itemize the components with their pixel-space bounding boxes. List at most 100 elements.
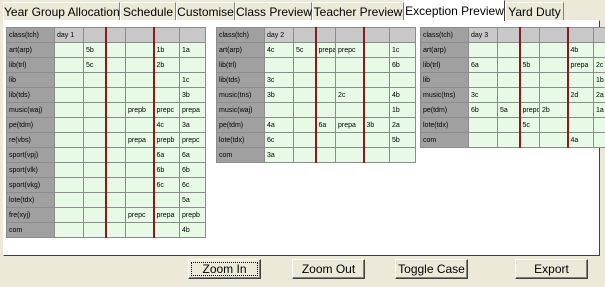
lesson-cell: prepa — [315, 42, 336, 58]
tab-year-group-allocation[interactable]: Year Group Allocation — [3, 2, 120, 20]
lesson-cell — [264, 102, 294, 118]
lesson-cell — [83, 222, 107, 238]
lesson-cell — [54, 177, 84, 193]
zoom-in-button[interactable]: Zoom In — [188, 259, 261, 279]
header-cell — [497, 27, 521, 43]
grid-row: sport(vpj) 6a 6a — [6, 147, 206, 163]
class-teacher-cell: art(arp) — [6, 42, 55, 58]
lesson-cell — [125, 177, 155, 193]
lesson-cell — [54, 117, 84, 133]
lesson-cell: prepa — [567, 57, 594, 73]
lesson-cell — [54, 147, 84, 163]
toggle-case-label: Toggle Case — [398, 262, 465, 276]
lesson-cell — [519, 42, 540, 58]
grid-row: lib(tds) 3b — [6, 87, 206, 103]
lesson-cell — [539, 42, 569, 58]
lesson-cell — [567, 72, 594, 88]
tab-yard-duty[interactable]: Yard Duty — [505, 2, 564, 20]
tab-customise[interactable]: Customise — [176, 2, 235, 20]
grid-row: art(arp) 4c 5c prepa prepc 1c — [216, 42, 416, 58]
grid-row: sport(vkg) 6c 6c — [6, 177, 206, 193]
export-label: Export — [534, 262, 569, 276]
lesson-cell: prepb — [153, 132, 180, 148]
class-teacher-cell: pe(tdm) — [6, 117, 55, 133]
header-cell — [593, 27, 605, 43]
header-cell: day 3 — [468, 27, 498, 43]
lesson-cell — [293, 87, 317, 103]
class-teacher-cell: lote(tdx) — [216, 132, 265, 148]
lesson-cell: 3b — [264, 87, 294, 103]
tab-teacher-preview[interactable]: Teacher Preview — [312, 2, 404, 20]
lesson-cell: prepb — [179, 207, 206, 223]
export-button[interactable]: Export — [515, 259, 588, 279]
lesson-cell: 4c — [153, 117, 180, 133]
lesson-cell: 5c — [293, 42, 317, 58]
grid-row: lib 1c — [6, 72, 206, 88]
grid-row: com 3a — [216, 147, 416, 163]
lesson-cell — [519, 132, 540, 148]
tab-exception-preview[interactable]: Exception Preview — [404, 0, 505, 21]
class-teacher-cell: art(arp) — [420, 42, 469, 58]
lesson-cell — [105, 147, 126, 163]
class-teacher-cell: sport(vkg) — [6, 177, 55, 193]
class-teacher-cell: class(tch) — [420, 27, 469, 43]
header-cell — [363, 27, 390, 43]
lesson-cell — [593, 42, 605, 58]
lesson-cell — [539, 57, 569, 73]
grid-row: music(waj) 1b — [216, 102, 416, 118]
lesson-cell: prepc — [335, 42, 365, 58]
lesson-cell: 2b — [153, 57, 180, 73]
lesson-cell — [468, 132, 498, 148]
lesson-cell — [468, 72, 498, 88]
header-cell — [567, 27, 594, 43]
header-cell — [153, 27, 180, 43]
class-teacher-cell: com — [420, 132, 469, 148]
header-cell — [105, 27, 126, 43]
class-teacher-cell: re(vbs) — [6, 132, 55, 148]
lesson-cell: 3a — [264, 147, 294, 163]
class-teacher-cell: com — [6, 222, 55, 238]
tab-class-preview[interactable]: Class Preview — [235, 2, 312, 20]
lesson-cell — [83, 87, 107, 103]
lesson-cell — [105, 57, 126, 73]
lesson-cell — [105, 117, 126, 133]
toggle-case-button[interactable]: Toggle Case — [395, 259, 468, 279]
lesson-cell — [293, 102, 317, 118]
header-cell — [519, 27, 540, 43]
lesson-cell: 4a — [264, 117, 294, 133]
lesson-cell — [567, 102, 594, 118]
tab-schedule[interactable]: Schedule — [120, 2, 176, 20]
lesson-cell: 6b — [153, 162, 180, 178]
zoom-out-button[interactable]: Zoom Out — [292, 259, 365, 279]
grid-row: lib(trl) 6a 5b prepa 2c — [420, 57, 605, 73]
grid-row: com 4b — [6, 222, 206, 238]
lesson-cell — [125, 222, 155, 238]
lesson-cell — [83, 177, 107, 193]
lesson-cell — [497, 42, 521, 58]
lesson-cell — [83, 207, 107, 223]
grid-row: sport(vlk) 6b 6b — [6, 162, 206, 178]
lesson-cell — [593, 132, 605, 148]
lesson-cell: 3b — [363, 117, 390, 133]
day-2-grid: class(tch) day 2 art(arp) 4c 5c prepa prepc 1c l… — [216, 27, 416, 163]
lesson-cell — [497, 87, 521, 103]
lesson-cell: 2b — [539, 102, 569, 118]
lesson-cell — [105, 132, 126, 148]
lesson-cell: 5b — [83, 42, 107, 58]
lesson-cell — [335, 147, 365, 163]
lesson-cell — [293, 117, 317, 133]
lesson-cell — [105, 162, 126, 178]
lesson-cell — [153, 192, 180, 208]
lesson-cell — [83, 192, 107, 208]
lesson-cell: 1c — [179, 72, 206, 88]
lesson-cell: 4b — [567, 42, 594, 58]
lesson-cell — [335, 72, 365, 88]
lesson-cell — [539, 132, 569, 148]
class-teacher-cell: class(tch) — [216, 27, 265, 43]
lesson-cell — [315, 102, 336, 118]
lesson-cell — [125, 87, 155, 103]
lesson-cell — [567, 117, 594, 133]
grid-row: lote(tdx) 6c 5b — [216, 132, 416, 148]
lesson-cell: 6a — [153, 147, 180, 163]
lesson-cell: 6b — [468, 102, 498, 118]
